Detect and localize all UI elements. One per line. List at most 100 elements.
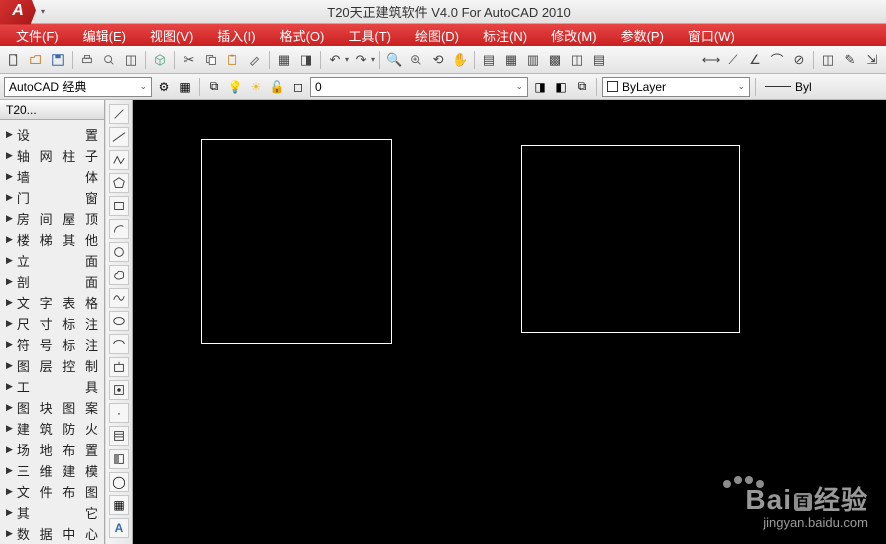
undo-button[interactable]: ↶: [325, 50, 345, 70]
save-button[interactable]: [48, 50, 68, 70]
panel-item-tool[interactable]: ▶工 具: [2, 376, 102, 397]
ellipse-tool[interactable]: [109, 311, 129, 331]
design-center2-button[interactable]: ▦: [501, 50, 521, 70]
menu-param[interactable]: 参数(P): [609, 26, 676, 45]
layer-freeze-icon[interactable]: ☀: [247, 78, 265, 96]
panel-item-door-window[interactable]: ▶门 窗: [2, 187, 102, 208]
calc-button[interactable]: ▤: [589, 50, 609, 70]
redo-dropdown-icon[interactable]: ▾: [371, 55, 375, 64]
new-button[interactable]: [4, 50, 24, 70]
dim-radius-button[interactable]: ⊘: [789, 50, 809, 70]
layer-lock-icon[interactable]: 🔓: [268, 78, 286, 96]
menu-modify[interactable]: 修改(M): [539, 26, 609, 45]
circle-tool[interactable]: [109, 242, 129, 262]
tool-palettes-button[interactable]: ▥: [523, 50, 543, 70]
panel-item-axis-column[interactable]: ▶轴网柱子: [2, 145, 102, 166]
cut-button[interactable]: ✂: [179, 50, 199, 70]
copy-button[interactable]: [201, 50, 221, 70]
menu-tools[interactable]: 工具(T): [336, 26, 403, 45]
modify2-button[interactable]: ✎: [840, 50, 860, 70]
panel-item-wall[interactable]: ▶墙 体: [2, 166, 102, 187]
undo-dropdown-icon[interactable]: ▾: [345, 55, 349, 64]
gradient-tool[interactable]: [109, 449, 129, 469]
panel-item-site[interactable]: ▶场地布置: [2, 439, 102, 460]
dim-arc-button[interactable]: ⌒: [767, 50, 787, 70]
workspace-dropdown[interactable]: AutoCAD 经典 ⌄: [4, 77, 152, 97]
menu-window[interactable]: 窗口(W): [676, 26, 747, 45]
match-prop-button[interactable]: [245, 50, 265, 70]
print-preview-button[interactable]: [99, 50, 119, 70]
drawing-canvas[interactable]: Bai百经验 jingyan.baidu.com: [133, 100, 886, 544]
mtext-tool[interactable]: A: [109, 518, 129, 538]
region-tool[interactable]: ◯: [109, 472, 129, 492]
menu-annotate[interactable]: 标注(N): [471, 26, 539, 45]
block-button[interactable]: ▦: [274, 50, 294, 70]
workspace-settings-icon[interactable]: ⚙: [155, 78, 173, 96]
panel-item-text-table[interactable]: ▶文字表格: [2, 292, 102, 313]
zoom-prev-button[interactable]: ⟲: [428, 50, 448, 70]
modify3-button[interactable]: ⇲: [862, 50, 882, 70]
panel-item-stair-other[interactable]: ▶楼梯其他: [2, 229, 102, 250]
properties-button[interactable]: ▤: [479, 50, 499, 70]
arc-tool[interactable]: [109, 219, 129, 239]
line-tool[interactable]: [109, 104, 129, 124]
panel-item-data-center[interactable]: ▶数据中心: [2, 523, 102, 544]
panel-item-layer-ctrl[interactable]: ▶图层控制: [2, 355, 102, 376]
workspace-save-icon[interactable]: ▦: [176, 78, 194, 96]
menu-insert[interactable]: 插入(I): [205, 26, 267, 45]
zoom-window-button[interactable]: [406, 50, 426, 70]
point-tool[interactable]: ·: [109, 403, 129, 423]
polygon-tool[interactable]: [109, 173, 129, 193]
layer-tool2-icon[interactable]: ◧: [552, 78, 570, 96]
print-button[interactable]: [77, 50, 97, 70]
panel-item-file-layout[interactable]: ▶文件布图: [2, 481, 102, 502]
construction-line-tool[interactable]: [109, 127, 129, 147]
cube-button[interactable]: [150, 50, 170, 70]
app-logo[interactable]: A: [0, 0, 36, 25]
ellipse-arc-tool[interactable]: [109, 334, 129, 354]
layer-on-icon[interactable]: 💡: [226, 78, 244, 96]
app-menu-dropdown-icon[interactable]: ▾: [38, 7, 48, 17]
panel-item-symbol[interactable]: ▶符号标注: [2, 334, 102, 355]
panel-item-block-hatch[interactable]: ▶图块图案: [2, 397, 102, 418]
panel-item-section[interactable]: ▶剖 面: [2, 271, 102, 292]
layer-dropdown[interactable]: 0 ⌄: [310, 77, 528, 97]
panel-item-3d-model[interactable]: ▶三维建模: [2, 460, 102, 481]
redo-button[interactable]: ↷: [351, 50, 371, 70]
zoom-realtime-button[interactable]: 🔍: [384, 50, 404, 70]
t20-panel-tab[interactable]: T20...: [0, 100, 104, 120]
color-dropdown[interactable]: ByLayer ⌄: [602, 77, 750, 97]
publish-button[interactable]: ◫: [121, 50, 141, 70]
paste-button[interactable]: [223, 50, 243, 70]
panel-item-fire[interactable]: ▶建筑防火: [2, 418, 102, 439]
open-button[interactable]: [26, 50, 46, 70]
make-block-tool[interactable]: [109, 380, 129, 400]
design-center-button[interactable]: ◨: [296, 50, 316, 70]
menu-edit[interactable]: 编辑(E): [71, 26, 138, 45]
menu-view[interactable]: 视图(V): [138, 26, 205, 45]
linetype-dropdown[interactable]: Byl: [761, 77, 833, 97]
menu-format[interactable]: 格式(O): [268, 26, 337, 45]
dim-aligned-button[interactable]: ⟋: [723, 50, 743, 70]
layer-tool1-icon[interactable]: ◨: [531, 78, 549, 96]
sheet-set-button[interactable]: ▩: [545, 50, 565, 70]
panel-item-settings[interactable]: ▶设 置: [2, 124, 102, 145]
layer-tool3-icon[interactable]: ⧉: [573, 78, 591, 96]
insert-block-tool[interactable]: [109, 357, 129, 377]
rectangle-tool[interactable]: [109, 196, 129, 216]
table-tool[interactable]: ▦: [109, 495, 129, 515]
pan-button[interactable]: ✋: [450, 50, 470, 70]
panel-item-room-roof[interactable]: ▶房间屋顶: [2, 208, 102, 229]
layer-color-icon[interactable]: ◻: [289, 78, 307, 96]
spline-tool[interactable]: [109, 288, 129, 308]
dim-angular-button[interactable]: ∠: [745, 50, 765, 70]
dim-linear-button[interactable]: ⟷: [701, 50, 721, 70]
polyline-tool[interactable]: [109, 150, 129, 170]
layer-manager-icon[interactable]: ⧉: [205, 78, 223, 96]
modify1-button[interactable]: ◫: [818, 50, 838, 70]
panel-item-elevation[interactable]: ▶立 面: [2, 250, 102, 271]
panel-item-other[interactable]: ▶其 它: [2, 502, 102, 523]
revcloud-tool[interactable]: [109, 265, 129, 285]
hatch-tool[interactable]: [109, 426, 129, 446]
menu-draw[interactable]: 绘图(D): [403, 26, 471, 45]
